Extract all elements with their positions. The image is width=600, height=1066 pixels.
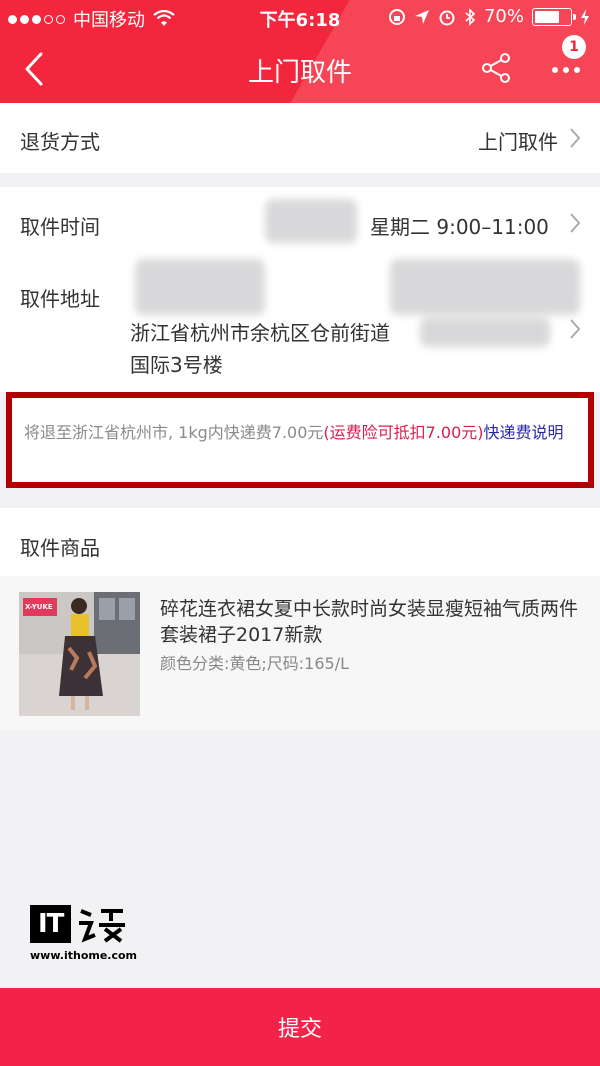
nav-bar: 上门取件 — [0, 36, 600, 103]
notice-text: 将退至浙江省杭州市, 1kg内快递费7.00元 — [24, 423, 324, 442]
insurance-note: (运费险可抵扣7.00元) — [323, 423, 484, 442]
pickup-address-row[interactable]: 取件地址 浙江省杭州市余杭区仓前街道 国际3号楼 — [0, 259, 600, 392]
submit-button[interactable]: 提交 — [0, 988, 600, 1066]
product-title: 碎花连衣裙女夏中长款时尚女装显瘦短袖气质两件套装裙子2017新款 — [160, 598, 579, 646]
product-thumbnail: X-YUKE — [19, 592, 140, 716]
return-method-value: 上门取件 — [478, 130, 558, 154]
chevron-right-icon — [570, 319, 581, 339]
watermark-url: www.ithome.com — [30, 949, 138, 962]
goods-section-label: 取件商品 — [20, 536, 100, 560]
watermark-logo: IT — [30, 905, 72, 943]
bluetooth-icon — [465, 7, 476, 26]
share-button[interactable] — [478, 50, 518, 90]
return-method-row[interactable]: 退货方式 上门取件 — [0, 103, 600, 173]
redacted-name — [135, 259, 265, 315]
thumbnail-brand: X-YUKE — [25, 603, 53, 611]
redacted-phone — [390, 259, 580, 315]
pickup-address-label: 取件地址 — [20, 287, 100, 311]
location-icon — [414, 9, 429, 24]
alarm-icon — [439, 10, 455, 25]
goods-section-header: 取件商品 — [0, 508, 600, 576]
battery-percent: 70% — [483, 6, 524, 27]
share-icon — [482, 53, 510, 83]
pickup-time-value: 星期二 9:00–11:00 — [370, 215, 549, 239]
more-icon — [552, 67, 580, 73]
battery-icon — [532, 7, 576, 26]
pickup-time-row[interactable]: 取件时间 星期二 9:00–11:00 — [0, 187, 600, 259]
header: 中国移动 下午6:18 70% 上门取件 — [0, 0, 600, 103]
return-method-label: 退货方式 — [20, 130, 100, 154]
notification-badge: 1 — [562, 35, 586, 59]
ithome-watermark: IT www.ithome.com — [30, 905, 137, 962]
product-spec: 颜色分类:黄色;尺码:165/L — [160, 654, 350, 673]
address-line-1: 浙江省杭州市余杭区仓前街道 — [130, 321, 390, 345]
charging-icon — [581, 8, 589, 25]
shipping-notice: 将退至浙江省杭州市, 1kg内快递费7.00元(运费险可抵扣7.00元)快递费说… — [6, 392, 594, 488]
chevron-right-icon — [570, 128, 581, 148]
pickup-time-label: 取件时间 — [20, 215, 100, 239]
status-bar: 中国移动 下午6:18 70% — [0, 0, 600, 36]
address-line-2: 国际3号楼 — [130, 353, 223, 377]
rotation-lock-icon — [388, 8, 405, 25]
watermark-glyph — [79, 909, 126, 943]
chevron-right-icon — [570, 213, 581, 233]
redacted-address — [420, 317, 550, 347]
status-right: 70% — [388, 6, 590, 27]
redacted-date — [265, 199, 357, 243]
shipping-fee-link[interactable]: 快递费说明 — [484, 423, 564, 442]
